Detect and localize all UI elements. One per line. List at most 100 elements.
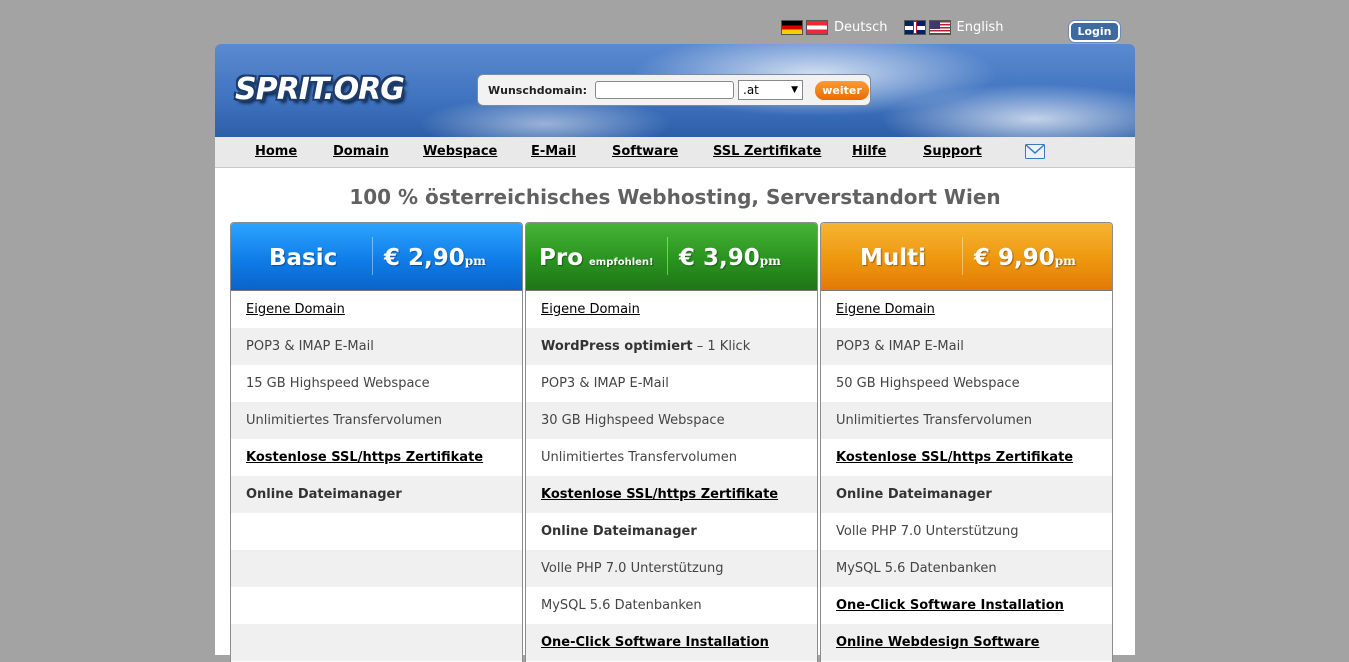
feature-text: POP3 & IMAP E-Mail [246, 339, 374, 354]
feature-link[interactable]: Kostenlose SSL/https Zertifikate [246, 450, 483, 465]
nav-ssl-zertifikate[interactable]: SSL Zertifikate [713, 144, 821, 159]
feature-text: Unlimitiertes Transfervolumen [246, 413, 442, 428]
feature-list: Eigene Domain WordPress optimiert – 1 Kli… [526, 291, 817, 661]
germany-flag-icon[interactable] [781, 19, 803, 35]
plan-price: € 2,90pm [384, 245, 486, 271]
feature-text: WordPress optimiert [541, 339, 693, 354]
divider [372, 237, 373, 275]
feature-text: 30 GB Highspeed Webspace [541, 413, 725, 428]
feature-link[interactable]: Kostenlose SSL/https Zertifikate [541, 487, 778, 502]
nav-home[interactable]: Home [255, 144, 297, 159]
uk-flag-icon[interactable] [903, 19, 926, 35]
feature-list: Eigene Domain POP3 & IMAP E-Mail 50 GB Hig… [821, 291, 1112, 661]
nav-software[interactable]: Software [612, 144, 678, 159]
feature-row: Kostenlose SSL/https Zertifikate [821, 439, 1112, 476]
nav-domain[interactable]: Domain [333, 144, 389, 159]
feature-row [231, 513, 522, 550]
feature-row: 50 GB Highspeed Webspace [821, 365, 1112, 402]
feature-text: Unlimitiertes Transfervolumen [541, 450, 737, 465]
feature-row: Volle PHP 7.0 Unterstützung [821, 513, 1112, 550]
feature-row: Online Dateimanager [231, 476, 522, 513]
feature-row: POP3 & IMAP E-Mail [526, 365, 817, 402]
feature-text: Volle PHP 7.0 Unterstützung [836, 524, 1019, 539]
site-header: SPRIT.ORG Wunschdomain: .at ▼ weiter [215, 44, 1135, 138]
feature-row [231, 624, 522, 661]
tld-select[interactable]: .at ▼ [738, 80, 804, 100]
feature-row: One-Click Software Installation [821, 587, 1112, 624]
feature-text: MySQL 5.6 Datenbanken [541, 598, 702, 613]
feature-text: Volle PHP 7.0 Unterstützung [541, 561, 724, 576]
plan-price: € 9,90pm [974, 245, 1076, 271]
feature-text: MySQL 5.6 Datenbanken [836, 561, 997, 576]
feature-row: Eigene Domain [821, 291, 1112, 328]
feature-link[interactable]: Eigene Domain [541, 302, 640, 317]
chevron-down-icon: ▼ [791, 85, 799, 95]
login-button[interactable]: Login [1069, 21, 1120, 42]
feature-row: Online Webdesign Software [821, 624, 1112, 661]
feature-row: One-Click Software Installation [526, 624, 817, 661]
main-content: 100 % österreichisches Webhosting, Serve… [215, 168, 1135, 662]
plan-multi: Multi € 9,90pm Eigene Domain POP3 & IMAP … [820, 222, 1113, 662]
feature-row: POP3 & IMAP E-Mail [821, 328, 1112, 365]
feature-link[interactable]: Online Webdesign Software [836, 635, 1039, 650]
feature-suffix: – 1 Klick [692, 339, 751, 354]
mail-icon[interactable] [1025, 144, 1045, 159]
feature-row: Unlimitiertes Transfervolumen [821, 402, 1112, 439]
nav-hilfe[interactable]: Hilfe [852, 144, 886, 159]
feature-row: Unlimitiertes Transfervolumen [231, 402, 522, 439]
feature-row: Volle PHP 7.0 Unterstützung [526, 550, 817, 587]
plan-header: Multi € 9,90pm [821, 223, 1112, 291]
plan-name: Basic [269, 245, 338, 271]
plan-header: Basic € 2,90pm [231, 223, 522, 291]
plan-basic: Basic € 2,90pm Eigene Domain POP3 & IMAP … [230, 222, 523, 662]
feature-row: Online Dateimanager [526, 513, 817, 550]
feature-link[interactable]: Eigene Domain [246, 302, 345, 317]
plan-pro: Pro empfohlen! € 3,90pm Eigene Domain Word… [525, 222, 818, 662]
feature-link[interactable]: One-Click Software Installation [541, 635, 769, 650]
divider [962, 237, 963, 275]
nav-support[interactable]: Support [923, 144, 982, 159]
feature-text: POP3 & IMAP E-Mail [541, 376, 669, 391]
feature-row: MySQL 5.6 Datenbanken [821, 550, 1112, 587]
domain-search-form: Wunschdomain: .at ▼ weiter [477, 74, 871, 106]
feature-link[interactable]: Eigene Domain [836, 302, 935, 317]
domain-search-label: Wunschdomain: [488, 83, 588, 97]
feature-row: Eigene Domain [231, 291, 522, 328]
austria-flag-icon[interactable] [806, 19, 828, 35]
feature-row [231, 550, 522, 587]
feature-text: Unlimitiertes Transfervolumen [836, 413, 1032, 428]
plan-header: Pro empfohlen! € 3,90pm [526, 223, 817, 291]
feature-link[interactable]: One-Click Software Installation [836, 598, 1064, 613]
plan-price: € 3,90pm [679, 245, 781, 271]
feature-text: 15 GB Highspeed Webspace [246, 376, 430, 391]
feature-row: Unlimitiertes Transfervolumen [526, 439, 817, 476]
domain-search-input[interactable] [595, 81, 735, 99]
feature-list: Eigene Domain POP3 & IMAP E-Mail 15 GB Hig… [231, 291, 522, 661]
feature-text: POP3 & IMAP E-Mail [836, 339, 964, 354]
nav-webspace[interactable]: Webspace [423, 144, 497, 159]
feature-text: 50 GB Highspeed Webspace [836, 376, 1020, 391]
feature-row: MySQL 5.6 Datenbanken [526, 587, 817, 624]
main-nav: Home Domain Webspace E-Mail Software SSL… [215, 137, 1135, 168]
language-english-link[interactable]: English [957, 20, 1004, 35]
feature-row: Kostenlose SSL/https Zertifikate [526, 476, 817, 513]
feature-row [231, 587, 522, 624]
weiter-button[interactable]: weiter [815, 80, 870, 100]
feature-text: Online Dateimanager [246, 487, 402, 502]
language-deutsch-link[interactable]: Deutsch [834, 20, 888, 35]
plan-name: Multi [860, 245, 927, 271]
feature-text: Online Dateimanager [836, 487, 992, 502]
tld-selected-value: .at [743, 83, 759, 97]
feature-text: Online Dateimanager [541, 524, 697, 539]
feature-row: Eigene Domain [526, 291, 817, 328]
feature-row: Online Dateimanager [821, 476, 1112, 513]
us-flag-icon[interactable] [928, 19, 951, 35]
site-logo[interactable]: SPRIT.ORG [235, 72, 405, 107]
feature-row: WordPress optimiert – 1 Klick [526, 328, 817, 365]
feature-link[interactable]: Kostenlose SSL/https Zertifikate [836, 450, 1073, 465]
recommended-tag: empfohlen! [589, 257, 654, 268]
feature-row: 30 GB Highspeed Webspace [526, 402, 817, 439]
plan-name: Pro empfohlen! [539, 245, 654, 271]
nav-email[interactable]: E-Mail [531, 144, 576, 159]
divider [667, 237, 668, 275]
